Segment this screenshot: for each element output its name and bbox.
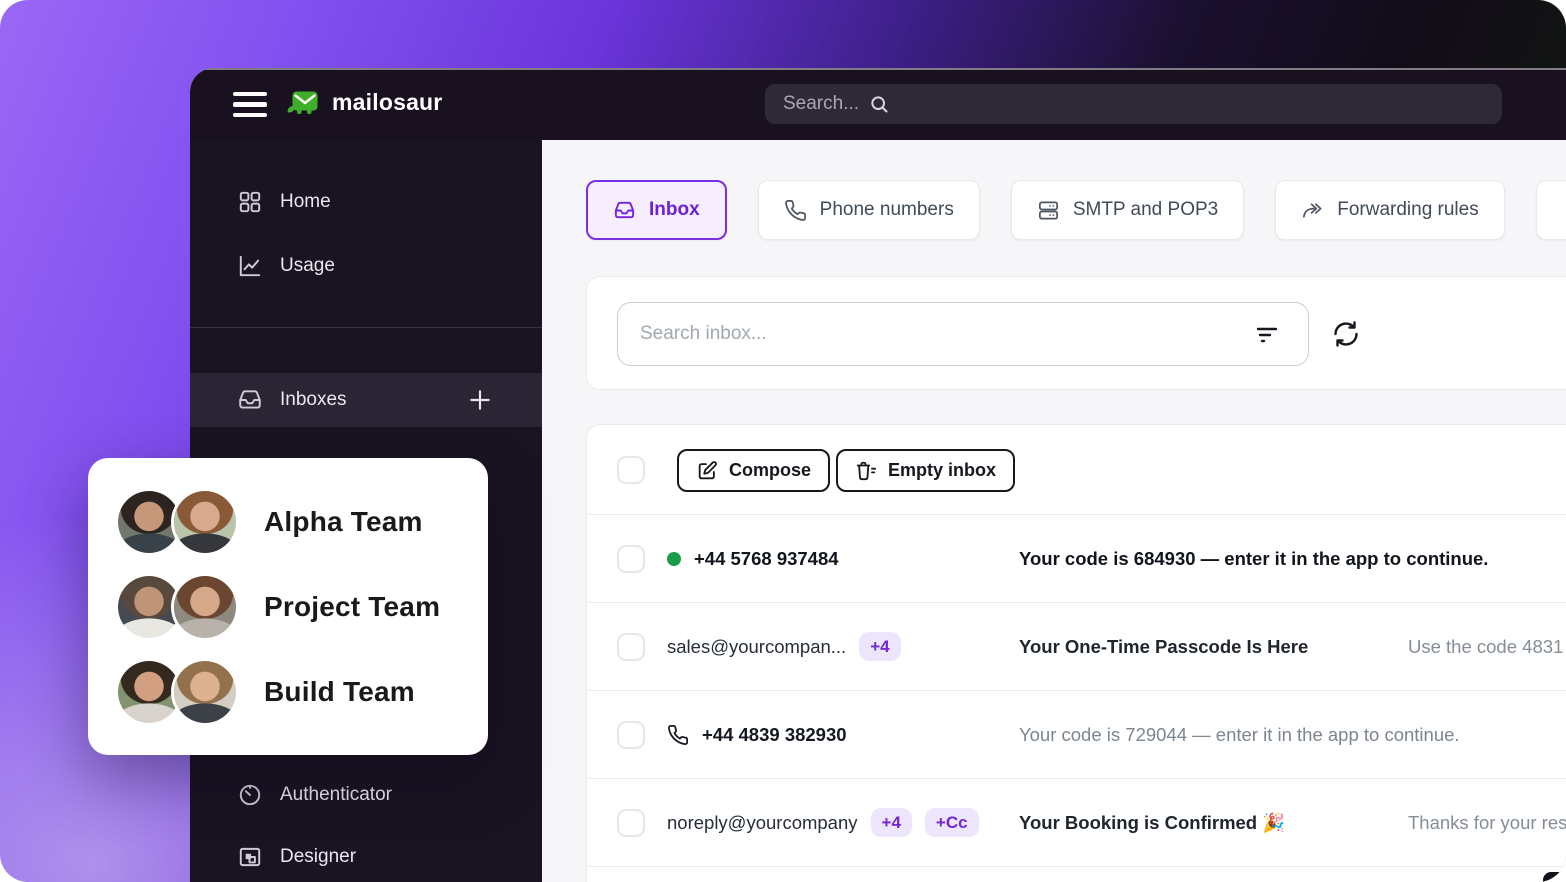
tab-smtp-pop3[interactable]: SMTP and POP3 [1011, 180, 1244, 240]
brand-name: mailosaur [332, 89, 442, 116]
select-all-checkbox[interactable] [617, 456, 645, 484]
sidebar-item-authenticator[interactable]: Authenticator [190, 769, 542, 821]
tab-label: Forwarding rules [1337, 199, 1479, 221]
sidebar-item-usage[interactable]: Usage [190, 240, 542, 292]
avatar [118, 661, 180, 723]
filter-icon [1253, 321, 1281, 349]
server-icon [1037, 199, 1060, 222]
search-icon [869, 94, 889, 114]
avatar [174, 491, 236, 553]
avatar [118, 576, 180, 638]
phone-icon [667, 724, 689, 746]
message-snippet: Thanks for your res [1408, 812, 1566, 834]
tab-phone-numbers[interactable]: Phone numbers [758, 180, 980, 240]
add-inbox-button[interactable] [467, 387, 493, 413]
hamburger-menu-icon[interactable] [233, 92, 267, 117]
teams-card: Alpha Team Project Team Build Team [88, 458, 488, 755]
message-sender: sales@yourcompan... +4 [667, 603, 901, 690]
recipient-count-badge: +4 [859, 632, 900, 661]
team-row-project[interactable]: Project Team [118, 576, 488, 638]
compose-icon [696, 460, 718, 482]
global-search-placeholder: Search... [783, 93, 859, 115]
phone-icon [784, 199, 807, 222]
mailosaur-dino-logo-icon [285, 87, 321, 118]
row-checkbox[interactable] [617, 721, 645, 749]
message-row[interactable]: sales@yourcompan... +4 Your One-Time Pas… [587, 603, 1566, 691]
inbox-icon [613, 199, 636, 222]
avatar [174, 661, 236, 723]
main-content: Inbox Phone numbers SMTP and POP3 Forwar… [542, 140, 1566, 882]
screenshot-canvas: mailosaur Search... Home Usage Inboxes [0, 0, 1566, 882]
topbar: mailosaur Search... [190, 68, 1566, 140]
row-checkbox[interactable] [617, 633, 645, 661]
compose-label: Compose [729, 460, 811, 481]
timer-icon [237, 782, 263, 808]
team-avatars [118, 661, 236, 723]
avatar [174, 576, 236, 638]
sidebar-divider [190, 327, 542, 328]
sidebar-item-designer[interactable]: Designer [190, 831, 542, 882]
tab-security[interactable] [1536, 180, 1566, 240]
team-avatars [118, 576, 236, 638]
team-row-build[interactable]: Build Team [118, 661, 488, 723]
avatar [118, 491, 180, 553]
refresh-icon [1331, 319, 1361, 349]
sidebar-item-label: Authenticator [280, 784, 392, 806]
recipient-count-badge: +4 [871, 808, 912, 837]
tab-bar: Inbox Phone numbers SMTP and POP3 Forwar… [586, 180, 1566, 240]
brand[interactable]: mailosaur [285, 87, 442, 118]
message-row-partial [587, 867, 1566, 882]
unread-dot-icon [667, 552, 681, 566]
empty-inbox-button[interactable]: Empty inbox [836, 449, 1015, 492]
sidebar-item-label: Designer [280, 846, 356, 868]
inbox-icon [237, 387, 263, 413]
team-row-alpha[interactable]: Alpha Team [118, 491, 488, 553]
message-subject: Your code is 729044 — enter it in the ap… [1019, 724, 1460, 746]
tab-label: Phone numbers [820, 199, 954, 221]
tab-label: Inbox [649, 199, 700, 221]
message-subject: Your code is 684930 — enter it in the ap… [1019, 548, 1488, 570]
row-checkbox[interactable] [617, 809, 645, 837]
trash-icon [855, 460, 877, 482]
tab-label: SMTP and POP3 [1073, 199, 1218, 221]
message-subject: Your Booking is Confirmed 🎉 [1019, 812, 1285, 834]
forward-arrow-icon [1301, 199, 1324, 222]
team-name: Project Team [264, 591, 440, 623]
message-subject: Your One-Time Passcode Is Here [1019, 636, 1308, 658]
team-name: Alpha Team [264, 506, 423, 538]
grid-icon [237, 189, 263, 215]
message-sender: noreply@yourcompany +4 +Cc [667, 779, 979, 866]
tab-inbox[interactable]: Inbox [586, 180, 727, 240]
tab-forwarding-rules[interactable]: Forwarding rules [1275, 180, 1505, 240]
compose-button[interactable]: Compose [677, 449, 830, 492]
message-row[interactable]: +44 5768 937484 Your code is 684930 — en… [587, 515, 1566, 603]
filter-button[interactable] [1253, 321, 1281, 349]
message-snippet: Use the code 4831 [1408, 636, 1563, 658]
message-list: Compose Empty inbox +44 5768 937484 Your… [586, 424, 1566, 882]
team-name: Build Team [264, 676, 415, 708]
message-toolbar: Compose Empty inbox [587, 425, 1566, 515]
message-row[interactable]: noreply@yourcompany +4 +Cc Your Booking … [587, 779, 1566, 867]
sidebar-item-inboxes[interactable]: Inboxes [190, 373, 542, 427]
chat-widget-button[interactable] [1543, 872, 1566, 882]
refresh-button[interactable] [1331, 319, 1361, 349]
message-sender: +44 4839 382930 [667, 691, 847, 778]
message-sender: +44 5768 937484 [667, 515, 839, 602]
team-avatars [118, 491, 236, 553]
sidebar-item-label: Usage [280, 255, 335, 277]
inbox-search-panel [586, 276, 1566, 390]
message-row[interactable]: +44 4839 382930 Your code is 729044 — en… [587, 691, 1566, 779]
sidebar-item-label: Home [280, 191, 331, 213]
frame-icon [237, 844, 263, 870]
chart-icon [237, 253, 263, 279]
row-checkbox[interactable] [617, 545, 645, 573]
plus-icon [467, 387, 493, 413]
cc-badge: +Cc [925, 808, 979, 837]
empty-inbox-label: Empty inbox [888, 460, 996, 481]
inbox-search-input[interactable] [617, 302, 1309, 366]
sidebar-item-label: Inboxes [280, 389, 347, 411]
sidebar-item-home[interactable]: Home [190, 176, 542, 228]
global-search-input[interactable]: Search... [765, 84, 1502, 124]
